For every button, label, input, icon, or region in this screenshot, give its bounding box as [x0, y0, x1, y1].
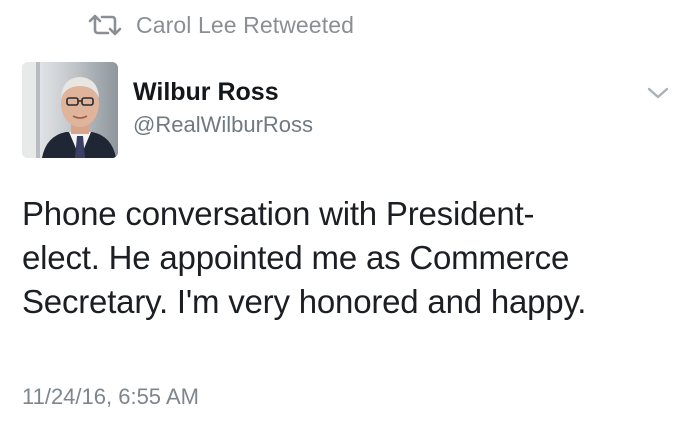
author-name[interactable]: Wilbur Ross — [133, 78, 279, 107]
retweet-icon — [88, 14, 122, 36]
profile-photo — [22, 62, 118, 158]
avatar[interactable] — [22, 62, 118, 158]
author-handle[interactable]: @RealWilburRoss — [133, 112, 313, 138]
retweeted-by-label[interactable]: Carol Lee Retweeted — [136, 12, 354, 39]
chevron-down-icon[interactable] — [646, 85, 670, 101]
tweet-timestamp: 11/24/16, 6:55 AM — [22, 384, 199, 409]
tweet-text: Phone conversation with President- elect… — [22, 192, 672, 324]
retweet-header: Carol Lee Retweeted — [88, 10, 354, 40]
tweet-text-line: Phone conversation with President- — [22, 195, 535, 232]
tweet-text-line: Secretary. I'm very honored and happy. — [22, 283, 587, 320]
tweet-text-line: elect. He appointed me as Commerce — [22, 239, 570, 276]
